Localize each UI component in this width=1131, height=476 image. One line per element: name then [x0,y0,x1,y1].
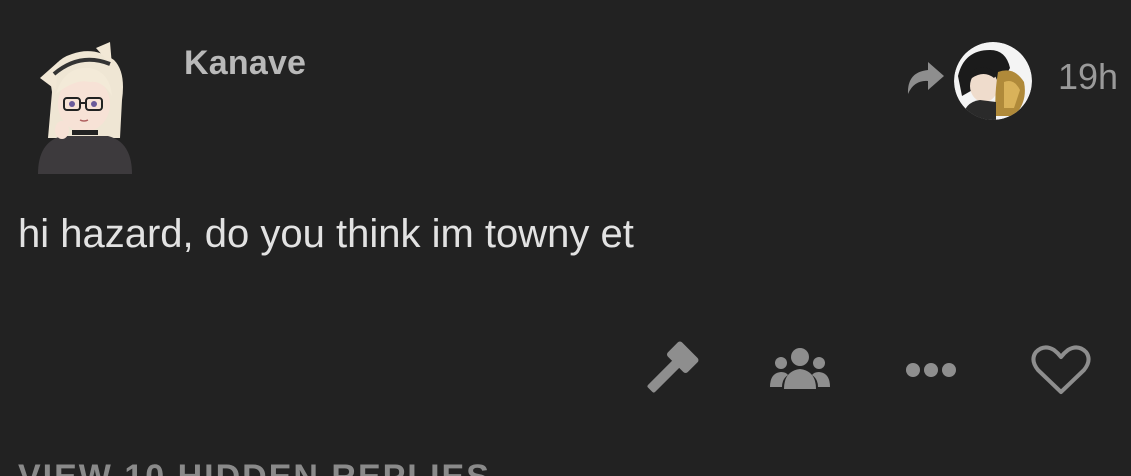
reply-avatar[interactable] [954,42,1032,120]
gavel-icon[interactable] [640,340,700,400]
users-icon[interactable] [770,345,830,395]
post-card: Kanave 19h hi hazard, do you think im to… [0,0,1131,476]
post-message: hi hazard, do you think im towny et [18,212,634,256]
timestamp: 19h [1058,56,1119,97]
username[interactable]: Kanave [184,44,306,83]
view-hidden-replies-link[interactable]: VIEW 10 HIDDEN REPLIES [18,458,491,476]
ellipsis-icon[interactable] [900,355,962,385]
heart-icon[interactable] [1030,342,1092,398]
author-avatar[interactable] [32,42,136,174]
reply-arrow-icon[interactable] [902,58,946,98]
